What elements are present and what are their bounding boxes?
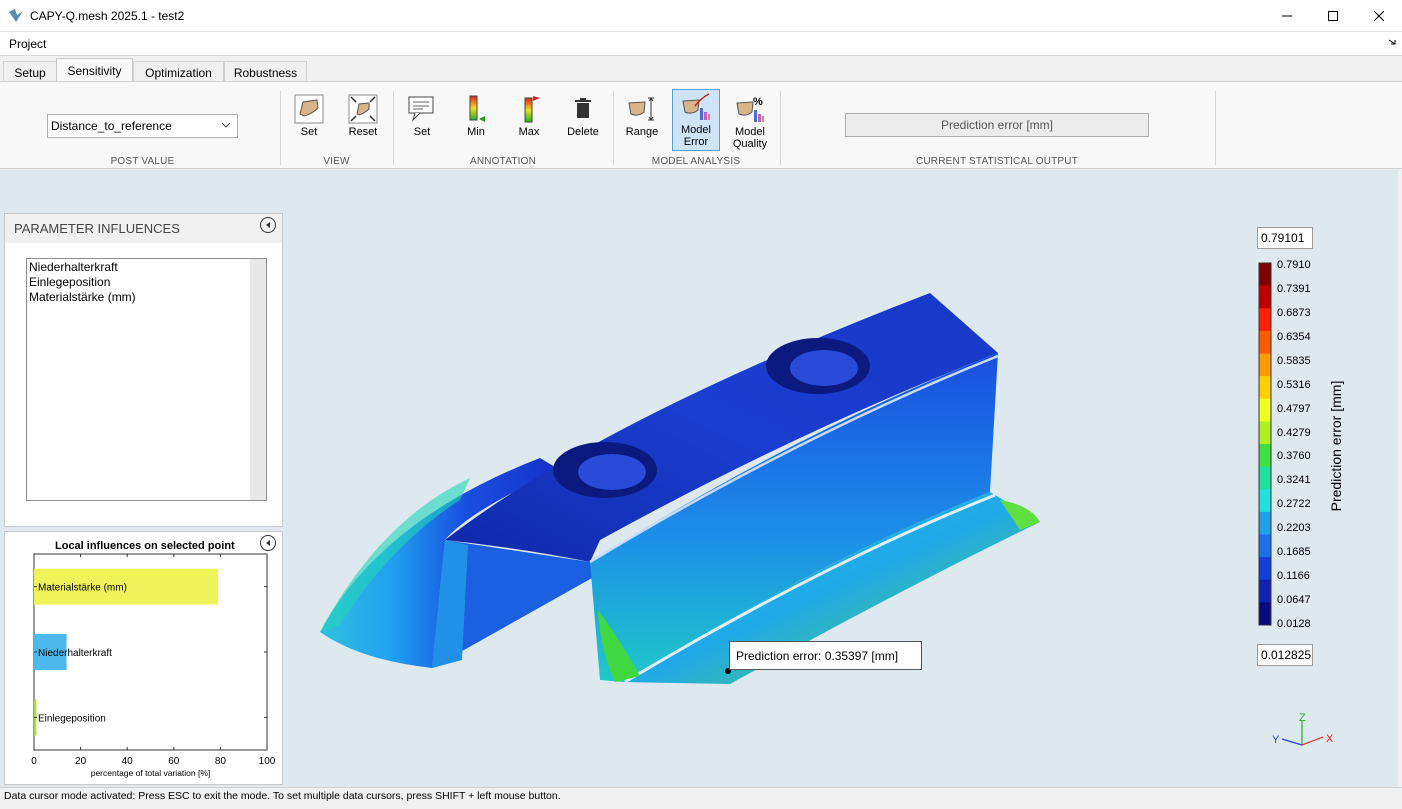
influence-bar-chart: Materialstärke (mm) Niederhalterkraft Einl… <box>31 553 276 778</box>
colorbar-segment <box>1259 353 1271 377</box>
x-tick-label: 80 <box>215 756 227 767</box>
list-item[interactable]: Einlegeposition <box>29 275 110 289</box>
colorbar-tick-label: 0.7910 <box>1277 259 1311 271</box>
axis-x-label: X <box>1326 733 1334 745</box>
colorbar-tick-label: 0.7391 <box>1277 282 1311 295</box>
colorbar-tick-label: 0.1685 <box>1277 546 1311 559</box>
colorbar-scale <box>1258 262 1272 626</box>
colorbar-segment <box>1259 602 1271 626</box>
colorbar-segment <box>1259 466 1271 490</box>
list-item[interactable]: Materialstärke (mm) <box>29 290 136 304</box>
colorbar-segment <box>1259 579 1271 603</box>
colorbar-tick-label: 0.5835 <box>1277 354 1311 367</box>
colorbar-segment <box>1259 444 1271 468</box>
x-tick-label: 40 <box>122 756 134 767</box>
colorbar-tick-label: 0.2722 <box>1277 498 1311 511</box>
list-item[interactable]: Niederhalterkraft <box>29 260 118 274</box>
colorbar-segment <box>1259 308 1271 332</box>
axes-triad: Z Y X <box>1272 712 1334 746</box>
colorbar-segment <box>1259 330 1271 354</box>
colorbar-segment <box>1259 534 1271 558</box>
x-tick-label: 0 <box>31 756 37 767</box>
colorbar-segment <box>1259 511 1271 535</box>
colorbar-title: Prediction error [mm] <box>1328 380 1344 512</box>
colorbar-tick-label: 0.3760 <box>1277 450 1311 463</box>
bar-label: Einlegeposition <box>38 713 106 724</box>
colorbar-max-field[interactable]: 0.79101 <box>1257 227 1313 249</box>
scrollbar[interactable] <box>250 259 266 500</box>
collapse-left-icon[interactable] <box>260 217 276 233</box>
colorbar-tick-label: 0.3241 <box>1277 474 1311 487</box>
data-cursor-tooltip: Prediction error: 0.35397 [mm] <box>729 641 922 670</box>
colorbar-segment <box>1259 263 1271 287</box>
colorbar-segment <box>1259 421 1271 445</box>
bar-label: Materialstärke (mm) <box>38 583 127 594</box>
axis-y-label: Y <box>1272 734 1280 746</box>
colorbar-tick-label: 0.5316 <box>1277 378 1311 391</box>
x-tick-label: 60 <box>168 756 180 767</box>
parameter-influences-title: PARAMETER INFLUENCES <box>14 221 180 236</box>
panel-header: PARAMETER INFLUENCES <box>5 214 282 243</box>
colorbar-segment <box>1259 489 1271 513</box>
x-tick-label: 100 <box>259 756 276 767</box>
status-bar: Data cursor mode activated: Press ESC to… <box>0 787 1402 809</box>
colorbar-tick-label: 0.2203 <box>1277 522 1311 535</box>
colorbar-tick-label: 0.1166 <box>1277 570 1310 583</box>
colorbar-min-field[interactable]: 0.012825 <box>1257 644 1313 666</box>
colorbar-segment <box>1259 376 1271 400</box>
x-tick-label: 20 <box>75 756 87 767</box>
local-influences-panel: Local influences on selected point Mater… <box>4 531 283 785</box>
bar-label: Niederhalterkraft <box>38 648 112 659</box>
parameter-influences-panel: PARAMETER INFLUENCES Niederhalterkraft E… <box>4 213 283 527</box>
colorbar-segment <box>1259 398 1271 422</box>
colorbar-tick-label: 0.0647 <box>1277 594 1311 607</box>
colorbar-segment <box>1259 557 1271 581</box>
colorbar-tick-label: 0.0128 <box>1277 618 1311 630</box>
status-message: Data cursor mode activated: Press ESC to… <box>4 790 561 802</box>
colorbar-tick-label: 0.6873 <box>1277 306 1311 319</box>
colorbar-tick-label: 0.4279 <box>1277 426 1311 439</box>
x-axis-label: percentage of total variation [%] <box>91 768 211 778</box>
colorbar-tick-label: 0.4797 <box>1277 402 1311 415</box>
colorbar-segment <box>1259 285 1271 309</box>
parameter-list[interactable]: Niederhalterkraft Einlegeposition Materi… <box>26 258 267 501</box>
colorbar-tick-label: 0.6354 <box>1277 330 1311 343</box>
axis-z-label: Z <box>1299 712 1306 724</box>
